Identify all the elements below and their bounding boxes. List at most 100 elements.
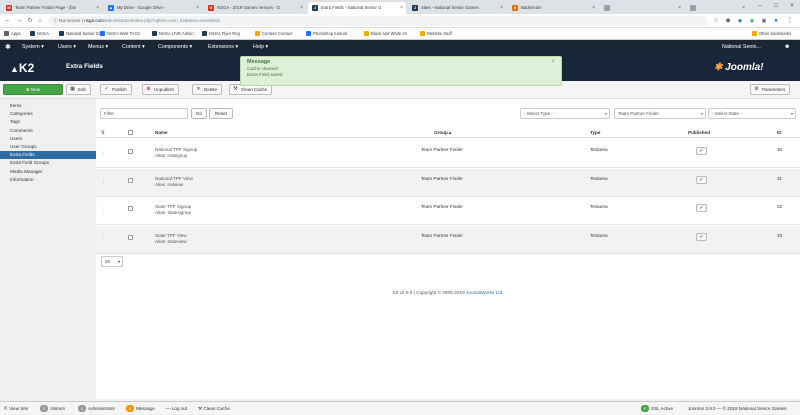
search-input[interactable]: Filter bbox=[100, 108, 188, 119]
sidebar-item-extra-fields[interactable]: Extra Fields bbox=[0, 151, 96, 160]
extension-icon[interactable]: ◆ bbox=[736, 16, 744, 26]
group-select[interactable]: Team Partner Finder ▾ bbox=[614, 108, 706, 119]
admin-menu-item[interactable]: Menus ▾ bbox=[88, 40, 108, 55]
bookmark-item[interactable]: Website Stuff bbox=[420, 28, 452, 40]
sidebar-item-media-manager[interactable]: Media Manager bbox=[0, 168, 96, 176]
sidebar-item-categories[interactable]: Categories bbox=[0, 110, 96, 118]
tab-close-icon[interactable]: × bbox=[678, 2, 681, 14]
sidebar-item-user-groups[interactable]: User Groups bbox=[0, 143, 96, 151]
bookmark-item[interactable]: Photoshop tutorial bbox=[306, 28, 347, 40]
row-checkbox[interactable] bbox=[128, 177, 133, 183]
column-type[interactable]: Type bbox=[590, 127, 600, 138]
browser-tab[interactable]: M Team Partner Finder Page - jfan × bbox=[2, 2, 102, 14]
list-limit-select[interactable]: 20 ▾ bbox=[101, 256, 123, 267]
star-icon[interactable]: ☆ bbox=[712, 16, 720, 26]
tab-close-icon[interactable]: × bbox=[300, 2, 303, 14]
maximize-button[interactable]: □ bbox=[768, 0, 784, 12]
tab-close-icon[interactable]: × bbox=[96, 2, 99, 14]
admin-menu-item[interactable]: Help ▾ bbox=[253, 40, 268, 55]
type-select[interactable]: - Select Type - ▾ bbox=[520, 108, 610, 119]
published-toggle[interactable]: ✓ bbox=[696, 175, 707, 184]
menu-icon[interactable]: ⋮ bbox=[786, 16, 794, 26]
go-button[interactable]: Go bbox=[191, 108, 207, 119]
drag-handle-icon[interactable]: ⋮ bbox=[101, 150, 106, 156]
sidebar-item-items[interactable]: Items bbox=[0, 102, 96, 110]
bookmark-item[interactable]: NSGA Flyer Reg bbox=[202, 28, 240, 40]
sort-icon[interactable]: ⇅ bbox=[101, 127, 105, 138]
browser-tab[interactable]: J Sites - National Senior Games × bbox=[408, 2, 506, 14]
bookmark-item[interactable]: National Senior Gam bbox=[59, 28, 105, 40]
sidebar-item-extra-field-groups[interactable]: Extra Field Groups bbox=[0, 159, 96, 167]
profile-icon[interactable]: ● bbox=[772, 16, 780, 26]
sidebar-item-tags[interactable]: Tags bbox=[0, 118, 96, 126]
drag-handle-icon[interactable]: ⋮ bbox=[101, 207, 106, 213]
column-published[interactable]: Published bbox=[688, 127, 710, 138]
published-toggle[interactable]: ✓ bbox=[696, 147, 707, 155]
browser-tab[interactable]: ● Badminton × bbox=[508, 2, 598, 14]
delete-button[interactable]: ✕ Delete bbox=[192, 84, 223, 95]
select-all-checkbox[interactable] bbox=[128, 130, 133, 135]
publish-button[interactable]: ✓ Publish bbox=[100, 84, 132, 95]
column-id[interactable]: ID bbox=[777, 127, 782, 138]
tab-close-icon[interactable]: × bbox=[592, 2, 595, 14]
column-group[interactable]: Group ▴ bbox=[434, 127, 451, 138]
tab-close-icon[interactable]: × bbox=[500, 2, 503, 14]
reset-button[interactable]: Reset bbox=[209, 108, 233, 119]
bookmark-item[interactable]: NSGA LIVE Admin bbox=[152, 28, 194, 40]
minimize-button[interactable]: – bbox=[752, 0, 768, 12]
edit-button[interactable]: ▦ Edit bbox=[66, 84, 91, 95]
admin-menu-item[interactable]: Content ▾ bbox=[122, 40, 145, 55]
bookmark-item[interactable]: Black and White Im bbox=[364, 28, 407, 40]
messages-status[interactable]: 0 Message bbox=[126, 402, 155, 415]
drag-handle-icon[interactable]: ⋮ bbox=[101, 236, 106, 242]
drag-handle-icon[interactable]: ⋮ bbox=[101, 179, 106, 185]
column-name[interactable]: Name bbox=[155, 127, 168, 138]
browser-tab[interactable]: × bbox=[600, 2, 684, 14]
reload-icon[interactable]: ↻ bbox=[26, 16, 34, 26]
row-checkbox[interactable] bbox=[128, 234, 133, 240]
logout-link[interactable]: — Log out bbox=[166, 402, 187, 415]
row-checkbox[interactable] bbox=[128, 206, 133, 211]
extension-icon[interactable]: ▣ bbox=[760, 16, 768, 26]
extension-icon[interactable]: ⬢ bbox=[724, 16, 732, 26]
sidebar-item-comments[interactable]: Comments bbox=[0, 127, 96, 135]
bookmark-item[interactable]: Apps bbox=[4, 28, 21, 40]
extension-icon[interactable]: ◉ bbox=[748, 16, 756, 26]
clean-cache-link[interactable]: ⚒ Clean Cache bbox=[198, 402, 230, 415]
browser-tab[interactable]: × bbox=[686, 2, 748, 14]
unpublish-button[interactable]: ⊗ Unpublish bbox=[142, 84, 180, 95]
user-icon[interactable]: ☻ bbox=[784, 40, 790, 55]
published-toggle[interactable]: ✓ bbox=[696, 204, 707, 212]
joomla-icon[interactable]: ✱ bbox=[5, 40, 11, 55]
site-name-link[interactable]: National Senio... bbox=[722, 40, 761, 55]
tab-close-icon[interactable]: × bbox=[742, 2, 745, 14]
browser-tab[interactable]: J Extra Fields - National Senior G × bbox=[308, 2, 406, 14]
admin-menu-item[interactable]: System ▾ bbox=[22, 40, 44, 55]
published-toggle[interactable]: ✓ bbox=[696, 232, 707, 241]
parameters-button[interactable]: ⚙ Parameters bbox=[750, 84, 791, 95]
url-field[interactable]: ⓘ Not secure | nsga.com/administrator/in… bbox=[48, 16, 708, 26]
sidebar-item-information[interactable]: Information bbox=[0, 176, 96, 184]
bookmark-item[interactable]: Content Contact bbox=[255, 28, 292, 40]
row-checkbox[interactable] bbox=[128, 149, 133, 154]
new-button[interactable]: ⊕ New bbox=[3, 84, 63, 95]
bookmark-item[interactable]: NSGA bbox=[30, 28, 49, 40]
home-icon[interactable]: ⌂ bbox=[36, 16, 44, 26]
admin-menu-item[interactable]: Components ▾ bbox=[158, 40, 192, 55]
admin-menu-item[interactable]: Users ▾ bbox=[58, 40, 76, 55]
browser-tab[interactable]: G NSGA - 2019 Games Venues - G × bbox=[204, 2, 306, 14]
bookmark-item[interactable]: NSGA Web TACC bbox=[100, 28, 141, 40]
back-icon[interactable]: ← bbox=[4, 16, 12, 26]
tab-close-icon[interactable]: × bbox=[400, 2, 403, 14]
close-icon[interactable]: × bbox=[551, 59, 555, 65]
state-select[interactable]: - Select State - ▾ bbox=[708, 108, 796, 119]
browser-tab[interactable]: ▲ My Drive - Google Drive - × bbox=[104, 2, 202, 14]
tab-close-icon[interactable]: × bbox=[196, 2, 199, 14]
sidebar-item-users[interactable]: Users bbox=[0, 135, 96, 143]
joomlaworks-link[interactable]: JoomlaWorks Ltd. bbox=[466, 290, 503, 295]
close-window-button[interactable]: × bbox=[784, 0, 800, 12]
admin-menu-item[interactable]: Extensions ▾ bbox=[208, 40, 238, 55]
forward-icon[interactable]: → bbox=[15, 16, 23, 26]
bookmark-item[interactable]: Other bookmarks bbox=[752, 28, 791, 40]
view-site-link[interactable]: ⇱ View Site bbox=[4, 402, 28, 415]
